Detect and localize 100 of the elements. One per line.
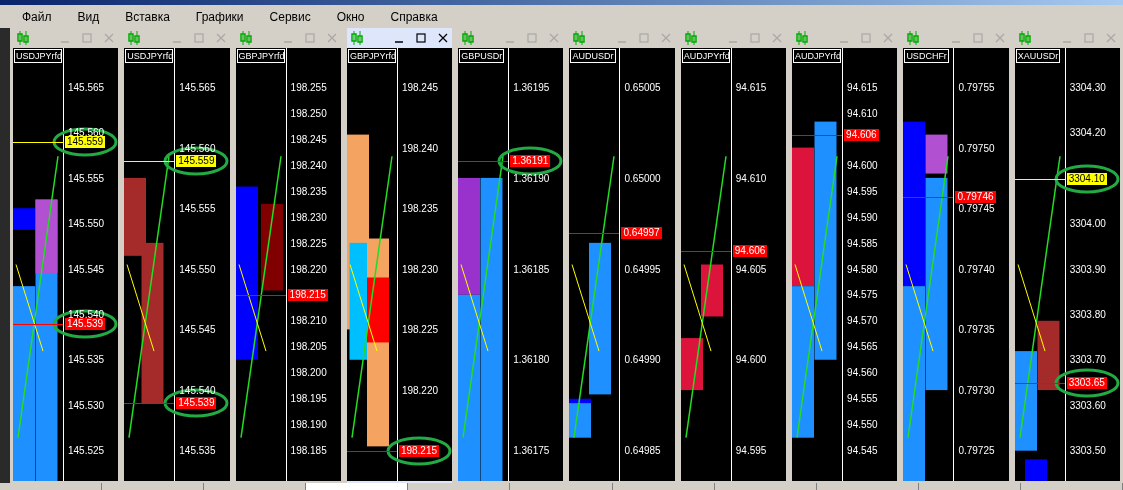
price-tick: 1.36190	[512, 172, 550, 185]
price-tick: 0.79740	[957, 263, 995, 276]
price-marker: 3303.65	[1066, 376, 1107, 389]
price-tick: 94.550	[846, 419, 878, 432]
price-tick: 1.36175	[512, 445, 550, 457]
price-tick: 0.64995	[623, 263, 661, 276]
candlestick-icon[interactable]	[350, 31, 363, 45]
price-tick: 94.545	[846, 445, 878, 457]
price-tick: 198.225	[289, 237, 327, 250]
menu-item[interactable]: Вид	[77, 7, 100, 26]
price-tick: 94.615	[846, 82, 878, 94]
price-tick: 145.540	[178, 384, 216, 397]
price-tick: 94.600	[846, 159, 878, 172]
price-tick: 3303.60	[1068, 399, 1106, 412]
menu-item[interactable]: Сервис	[269, 7, 311, 26]
price-tick: 3304.20	[1068, 127, 1106, 140]
candlestick-icon[interactable]	[1018, 31, 1031, 45]
candle	[700, 264, 723, 317]
price-tick: 198.185	[289, 445, 327, 457]
price-tick: 145.555	[178, 203, 216, 215]
price-tick: 0.79725	[957, 445, 995, 457]
price-tick: 0.79750	[957, 142, 995, 155]
symbol-label: USDJPYrfd	[14, 49, 62, 63]
price-tick: 145.550	[178, 263, 216, 276]
price-marker: 0.64997	[621, 227, 662, 240]
price-tick: 145.525	[67, 445, 105, 457]
price-tick: 198.230	[400, 263, 439, 276]
price-marker: 145.559	[65, 136, 106, 149]
price-tick: 198.240	[289, 159, 327, 172]
price-tick: 198.240	[400, 142, 439, 155]
price-tick: 198.225	[400, 324, 439, 336]
window-tab[interactable]	[306, 483, 409, 490]
price-tick: 94.585	[846, 237, 878, 250]
price-marker: 145.539	[176, 396, 217, 409]
price-tick: 94.610	[734, 172, 767, 185]
price-tick: 1.36180	[512, 354, 550, 367]
price-tick: 0.79755	[957, 82, 995, 94]
candlestick-icon[interactable]	[17, 31, 29, 45]
price-tick: 198.235	[400, 203, 439, 215]
price-tick: 94.605	[734, 263, 767, 276]
candlestick-icon[interactable]	[684, 31, 697, 45]
candlestick-icon[interactable]	[239, 31, 252, 45]
price-tick: 94.610	[846, 107, 878, 120]
price-tick: 0.65000	[623, 172, 661, 185]
symbol-label: AUDUSDr	[570, 49, 616, 63]
menu-item[interactable]: Окно	[336, 7, 365, 26]
symbol-label: AUDJPYrfd	[793, 49, 842, 63]
menu-item[interactable]: Графики	[195, 7, 244, 26]
price-tick: 198.205	[289, 341, 327, 354]
price-tick: 0.79745	[957, 203, 995, 215]
price-tick: 0.64985	[623, 445, 661, 457]
candlestick-icon[interactable]	[907, 31, 920, 45]
symbol-label: GBPJPYrfd	[347, 49, 396, 63]
candlestick-icon[interactable]	[128, 31, 141, 45]
price-tick: 3304.00	[1068, 218, 1106, 231]
candlestick-icon[interactable]	[796, 31, 809, 45]
price-tick: 145.565	[178, 82, 216, 94]
price-tick: 145.535	[178, 445, 216, 457]
price-tick: 3303.80	[1068, 308, 1106, 321]
symbol-label: XAUUSDr	[1015, 49, 1061, 63]
price-tick: 0.79735	[957, 324, 995, 336]
price-tick: 94.555	[846, 393, 878, 406]
symbol-label: GBPUSDr	[459, 49, 505, 63]
price-tick: 3304.30	[1068, 82, 1106, 94]
price-tick: 145.545	[67, 263, 105, 276]
symbol-label: AUDJPYrfd	[681, 49, 730, 63]
price-tick: 94.560	[846, 367, 878, 380]
price-tick: 1.36185	[512, 263, 550, 276]
menu-item[interactable]: Файл	[22, 7, 52, 26]
candlestick-icon[interactable]	[573, 31, 586, 45]
price-tick: 3303.70	[1068, 354, 1106, 367]
price-tick: 0.65005	[623, 82, 661, 94]
symbol-label: GBPJPYrfd	[236, 49, 285, 63]
price-tick: 198.220	[289, 263, 327, 276]
price-tick: 94.580	[846, 263, 878, 276]
price-tick: 3303.50	[1068, 445, 1106, 457]
price-tick: 145.550	[67, 218, 105, 231]
price-tick: 198.245	[289, 133, 327, 146]
price-marker: 3304.10	[1066, 172, 1107, 185]
price-tick: 145.530	[67, 399, 105, 412]
maximize-icon[interactable]	[416, 33, 427, 43]
price-marker: 0.79746	[955, 190, 996, 203]
price-marker: 198.215	[287, 289, 328, 302]
price-marker: 94.606	[732, 245, 768, 258]
close-icon[interactable]	[438, 33, 449, 43]
price-tick: 94.565	[846, 341, 878, 354]
price-tick: 145.535	[67, 354, 105, 367]
price-tick: 94.615	[734, 82, 767, 94]
price-marker: 94.606	[844, 128, 879, 141]
price-tick: 198.195	[289, 393, 327, 406]
candlestick-icon[interactable]	[462, 31, 475, 45]
price-tick: 198.245	[400, 82, 439, 94]
price-tick: 1.36195	[512, 82, 550, 94]
price-marker: 145.539	[65, 317, 106, 330]
menu-item[interactable]: Вставка	[125, 7, 170, 26]
price-marker: 1.36191	[510, 154, 551, 167]
price-tick: 198.200	[289, 367, 327, 380]
menu-item[interactable]: Справка	[390, 7, 438, 26]
candle	[1024, 459, 1047, 481]
price-tick: 145.545	[178, 324, 216, 336]
